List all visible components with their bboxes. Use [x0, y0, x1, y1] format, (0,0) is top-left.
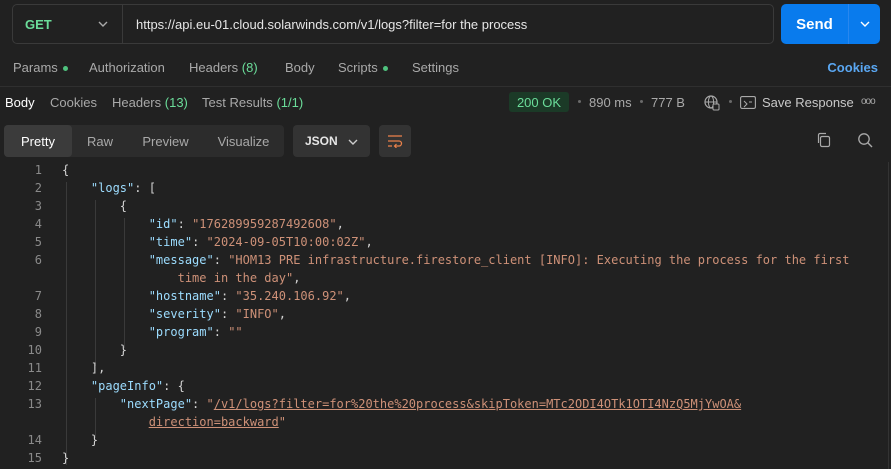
response-tab-headers-label: Headers [112, 95, 162, 110]
tab-headers[interactable]: Headers (8) [189, 60, 258, 75]
line-number: 3 [34, 199, 42, 213]
response-tab-test-results-label: Test Results [202, 95, 273, 110]
response-tab-body[interactable]: Body [5, 95, 35, 110]
tab-scripts[interactable]: Scripts [338, 60, 388, 75]
scrollbar[interactable] [888, 162, 889, 469]
view-mode-pretty[interactable]: Pretty [4, 125, 72, 157]
format-label: JSON [305, 134, 338, 148]
tab-headers-count: (8) [241, 60, 258, 75]
code-line: direction=backward" [148, 415, 286, 429]
line-number: 10 [27, 343, 42, 357]
network-globe-icon[interactable] [703, 94, 720, 111]
chevron-down-icon [348, 139, 358, 145]
test-results-count: (1/1) [276, 95, 304, 110]
view-mode-segment: Pretty Raw Preview Visualize [4, 125, 284, 157]
tab-headers-label: Headers [189, 60, 239, 75]
tab-body-label: Body [285, 60, 315, 75]
code-line: "severity": "INFO", [148, 307, 286, 321]
response-bar: Body Cookies Headers (13) Test Results (… [0, 86, 891, 118]
view-mode-raw[interactable]: Raw [72, 125, 128, 157]
code-line: "nextPage": "/v1/logs?filter=for%20the%2… [119, 397, 742, 411]
request-url-bar: GET https://api.eu-01.cloud.solarwinds.c… [12, 4, 774, 44]
line-number: 2 [34, 181, 42, 195]
line-number: 5 [34, 235, 42, 249]
line-number: 15 [27, 451, 42, 465]
tab-settings-label: Settings [412, 60, 459, 75]
view-mode-visualize[interactable]: Visualize [203, 125, 284, 157]
status-dot-icon [382, 66, 388, 72]
code-line: "message": "HOM13 PRE infrastructure.fir… [148, 253, 850, 267]
chevron-down-icon [860, 21, 869, 27]
status-badge: 200 OK [509, 92, 569, 112]
line-number: 12 [27, 379, 42, 393]
separator-dot [729, 100, 732, 103]
tab-body[interactable]: Body [285, 60, 315, 75]
code-line: { [62, 163, 70, 177]
line-number: 7 [34, 289, 42, 303]
response-body-code[interactable]: 1 { 2 "logs": [ 3 { 4 "id": "17628995928… [0, 162, 880, 469]
code-line: { [62, 199, 128, 213]
line-number: 14 [27, 433, 42, 447]
send-options-button[interactable] [849, 4, 880, 44]
tab-params-label: Params [13, 60, 58, 75]
response-size[interactable]: 777 B [651, 95, 685, 110]
save-response-button[interactable]: Save Response [762, 95, 854, 110]
search-icon[interactable] [857, 132, 873, 148]
line-number: 9 [34, 325, 42, 339]
send-button-group: Send [781, 4, 880, 44]
response-time[interactable]: 890 ms [589, 95, 632, 110]
view-mode-preview[interactable]: Preview [128, 125, 203, 157]
method-select[interactable]: GET [13, 5, 123, 43]
line-number: 13 [27, 397, 42, 411]
response-tab-cookies[interactable]: Cookies [50, 95, 97, 110]
url-input[interactable]: https://api.eu-01.cloud.solarwinds.com/v… [123, 17, 527, 32]
send-divider [848, 4, 849, 44]
code-line: "program": "" [148, 325, 243, 339]
response-headers-count: (13) [164, 95, 188, 110]
code-line: ], [62, 361, 106, 375]
response-tab-body-label: Body [5, 95, 35, 110]
code-line: } [62, 451, 70, 465]
line-number: 11 [27, 361, 42, 375]
response-tab-test-results[interactable]: Test Results (1/1) [202, 95, 303, 110]
method-label: GET [25, 16, 52, 32]
separator-dot [578, 100, 581, 103]
code-line: } [62, 433, 99, 447]
cookies-link[interactable]: Cookies [827, 60, 878, 75]
save-response-icon [740, 96, 756, 109]
code-line: "pageInfo": { [90, 379, 185, 393]
response-tab-cookies-label: Cookies [50, 95, 97, 110]
request-tabs: Params Authorization Headers (8) Body Sc… [0, 56, 891, 82]
more-options-icon[interactable]: ooo [861, 96, 876, 107]
status-dot-icon [62, 66, 68, 72]
code-line: "hostname": "35.240.106.92", [148, 289, 352, 303]
wrap-lines-icon [388, 135, 403, 148]
code-line: "logs": [ [90, 181, 156, 195]
line-number: 4 [34, 217, 42, 231]
tab-params[interactable]: Params [13, 60, 68, 75]
tab-authorization[interactable]: Authorization [89, 60, 165, 75]
copy-icon[interactable] [816, 132, 832, 148]
chevron-down-icon [98, 21, 108, 27]
tab-scripts-label: Scripts [338, 60, 378, 75]
view-toolbar: Pretty Raw Preview Visualize JSON [0, 122, 891, 160]
line-number: 6 [34, 253, 42, 267]
send-button[interactable]: Send [781, 16, 848, 33]
wrap-lines-button[interactable] [379, 125, 411, 157]
format-select[interactable]: JSON [293, 125, 370, 157]
separator-dot [640, 100, 643, 103]
code-line: time in the day", [177, 271, 301, 285]
code-line: "time": "2024-09-05T10:00:02Z", [148, 235, 373, 249]
code-line: } [62, 343, 128, 357]
code-line: "id": "1762899592874926O8", [148, 217, 344, 231]
tab-settings[interactable]: Settings [412, 60, 459, 75]
line-number: 8 [34, 307, 42, 321]
tab-authorization-label: Authorization [89, 60, 165, 75]
response-tab-headers[interactable]: Headers (13) [112, 95, 188, 110]
line-number: 1 [34, 163, 42, 177]
